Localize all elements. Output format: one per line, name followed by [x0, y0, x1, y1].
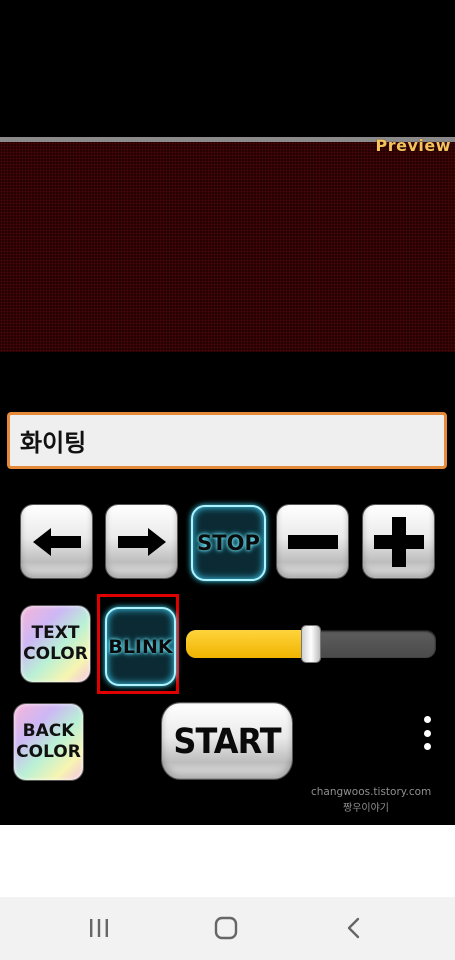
text-color-button[interactable]: TEXT COLOR [21, 606, 90, 682]
recent-apps-icon [90, 919, 108, 937]
home-button[interactable] [206, 910, 246, 946]
left-arrow-icon [32, 527, 81, 556]
message-input[interactable] [7, 412, 447, 469]
back-button[interactable] [334, 910, 374, 946]
back-color-label-line2: COLOR [16, 742, 81, 762]
led-preview-panel [0, 142, 455, 352]
scroll-left-button[interactable] [21, 505, 92, 578]
increase-size-button[interactable] [363, 505, 434, 578]
text-color-label-line2: COLOR [23, 644, 88, 664]
recent-apps-button[interactable] [79, 910, 119, 946]
text-color-label-line1: TEXT [31, 623, 80, 643]
plus-icon [373, 516, 424, 567]
minus-icon [287, 534, 338, 549]
speed-slider-fill [186, 630, 311, 658]
back-color-button[interactable]: BACK COLOR [14, 704, 83, 780]
back-icon [347, 917, 360, 939]
back-color-label-line1: BACK [22, 721, 75, 741]
scroll-right-button[interactable] [106, 505, 177, 578]
home-icon [214, 916, 238, 940]
stop-label: STOP [197, 531, 260, 555]
watermark-url: changwoos.tistory.com [311, 786, 432, 798]
start-button[interactable]: START [162, 703, 292, 779]
right-arrow-icon [117, 527, 166, 556]
decrease-size-button[interactable] [277, 505, 348, 578]
preview-label: Preview [375, 136, 451, 155]
stop-button[interactable]: STOP [191, 505, 266, 581]
blank-area [0, 825, 455, 897]
watermark-name: 짱우이야기 [343, 803, 389, 814]
overflow-menu-icon[interactable] [418, 716, 436, 750]
blink-label: BLINK [108, 635, 173, 658]
speed-slider-thumb[interactable] [302, 626, 320, 662]
start-label: START [173, 720, 281, 762]
blink-button[interactable]: BLINK [105, 607, 176, 686]
